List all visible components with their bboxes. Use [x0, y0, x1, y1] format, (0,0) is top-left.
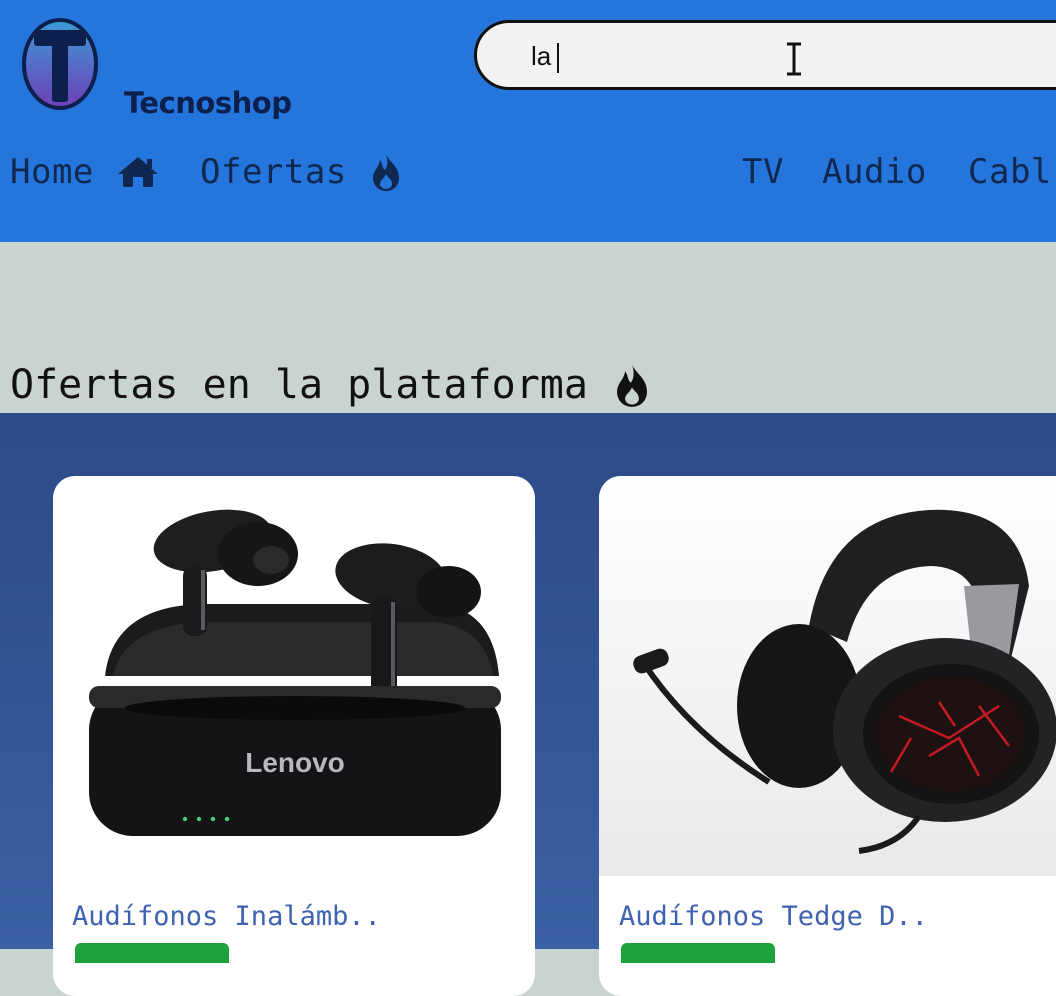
nav-audio-label: Audio [822, 152, 927, 192]
brand-name: Tecnoshop [124, 86, 292, 120]
product-name[interactable]: Audífonos Tedge D.. [619, 901, 928, 932]
gaming-headset-image [599, 476, 1056, 876]
fire-icon [372, 154, 399, 191]
section-title-text: Ofertas en la plataforma [10, 362, 588, 408]
site-header: Tecnoshop Home Ofertas TV Audio Cabl [0, 0, 1056, 242]
home-icon [117, 157, 158, 187]
nav-cables-label: Cabl [968, 152, 1052, 192]
nav-ofertas-label: Ofertas [200, 152, 347, 192]
nav-tv[interactable]: TV [742, 150, 784, 194]
wireless-earbuds-image: Lenovo [89, 509, 501, 836]
nav-cables[interactable]: Cabl [968, 150, 1052, 194]
product-name[interactable]: Audífonos Inalámb.. [72, 901, 381, 932]
product-card[interactable]: Lenovo Audífonos Inalámb.. [53, 476, 535, 996]
text-caret [557, 43, 559, 73]
nav-tv-label: TV [742, 152, 784, 192]
section-title: Ofertas en la plataforma [10, 360, 652, 410]
search-bar[interactable] [474, 20, 1056, 90]
nav-audio[interactable]: Audio [822, 150, 927, 194]
product-card[interactable]: Audífonos Tedge D.. [599, 476, 1056, 996]
fire-icon [617, 364, 647, 407]
nav-ofertas[interactable]: Ofertas [200, 150, 403, 194]
buy-button[interactable] [75, 943, 229, 963]
logo-emblem-icon [22, 18, 98, 110]
text-cursor-icon [787, 42, 801, 76]
nav-home[interactable]: Home [10, 150, 160, 194]
brand-mark-text: Lenovo [245, 747, 345, 778]
buy-button[interactable] [621, 943, 775, 963]
nav-home-label: Home [10, 152, 94, 192]
site-logo[interactable]: Tecnoshop [22, 16, 302, 120]
search-input[interactable] [529, 37, 773, 75]
